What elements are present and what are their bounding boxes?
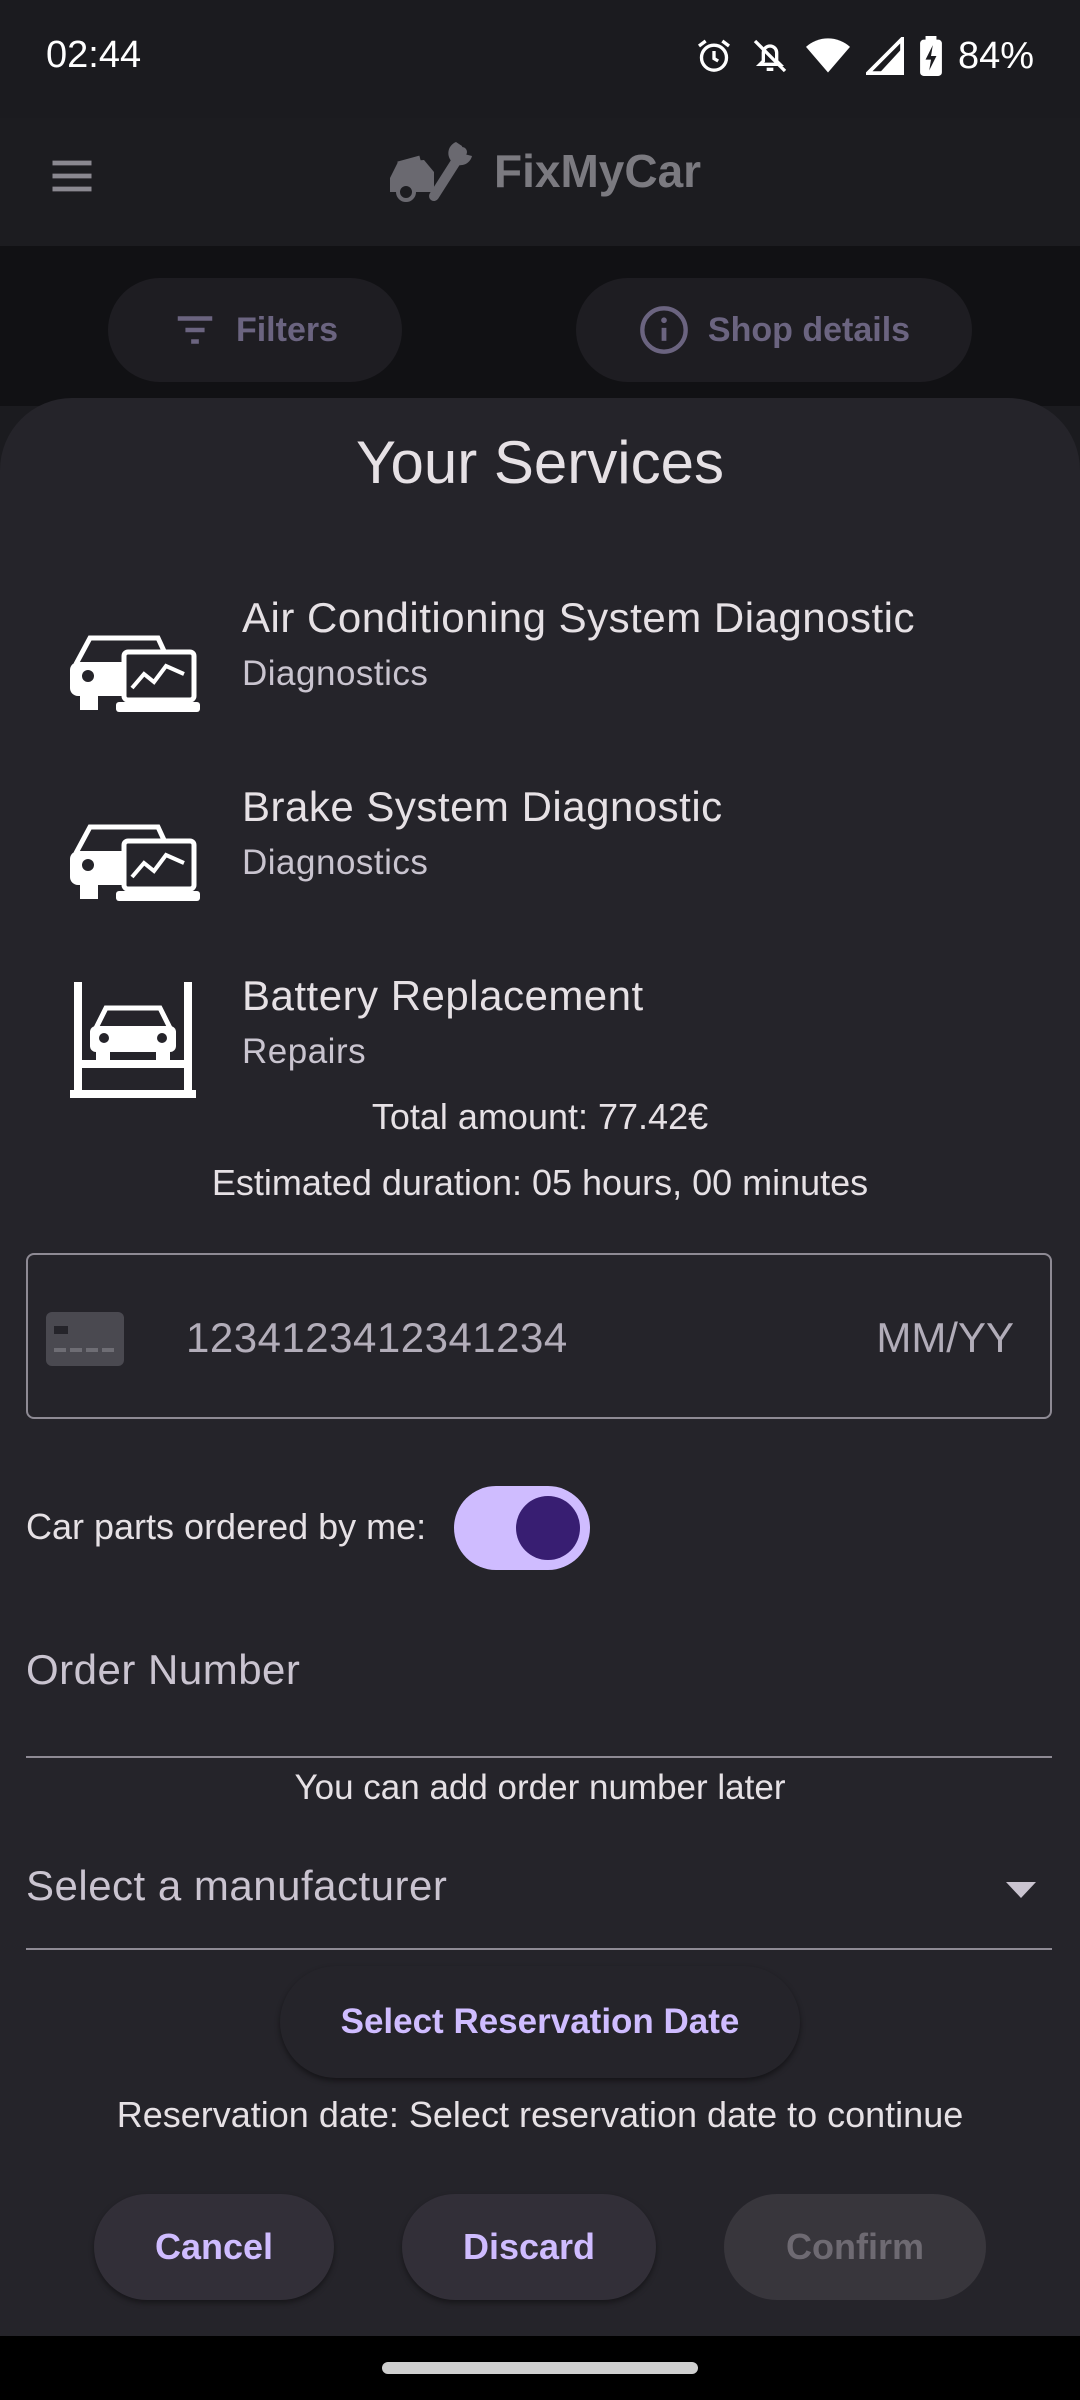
- confirm-button[interactable]: Confirm: [724, 2194, 986, 2300]
- card-expiry-input[interactable]: MM/YY: [876, 1314, 1014, 1362]
- battery-percent: 84%: [957, 34, 1034, 77]
- app-title: FixMyCar: [494, 145, 702, 197]
- menu-icon[interactable]: [46, 150, 98, 202]
- discard-button[interactable]: Discard: [402, 2194, 656, 2300]
- signal-icon: [865, 37, 904, 75]
- sheet-title: Your Services: [356, 429, 724, 496]
- total-amount: Total amount: 77.42€: [371, 1096, 709, 1137]
- credit-card-icon: [46, 1312, 124, 1366]
- home-gesture-handle[interactable]: [382, 2362, 698, 2374]
- bell-off-icon: [753, 39, 787, 73]
- car-diagnostic-icon: [70, 824, 200, 901]
- service-name: Brake System Diagnostic: [242, 783, 723, 830]
- card-number-input[interactable]: 1234123412341234: [186, 1314, 568, 1362]
- battery-charging-icon: [920, 36, 942, 76]
- status-icons: 84%: [694, 34, 1034, 78]
- app-logo: FixMyCar: [384, 138, 701, 204]
- order-number-input[interactable]: Order Number: [26, 1646, 300, 1694]
- service-item[interactable]: Air Conditioning System Diagnostic Diagn…: [66, 594, 1026, 744]
- shop-details-button[interactable]: Shop details: [576, 278, 972, 382]
- estimated-duration: Estimated duration: 05 hours, 00 minutes: [211, 1162, 869, 1203]
- reservation-date-status: Reservation date: Select reservation dat…: [116, 2094, 964, 2135]
- car-diagnostic-icon: [70, 635, 200, 712]
- manufacturer-dropdown[interactable]: Select a manufacturer: [26, 1862, 447, 1910]
- car-parts-toggle[interactable]: [454, 1486, 590, 1570]
- service-name: Air Conditioning System Diagnostic: [242, 594, 915, 641]
- service-category: Repairs: [242, 1032, 367, 1071]
- toggle-knob: [516, 1496, 580, 1560]
- order-number-underline: [26, 1756, 1052, 1758]
- car-lift-icon: [70, 982, 196, 1098]
- wifi-icon: [805, 38, 850, 73]
- select-reservation-date-button[interactable]: Select Reservation Date: [280, 1966, 800, 2078]
- service-name: Battery Replacement: [242, 972, 644, 1019]
- order-number-helper: You can add order number later: [294, 1768, 786, 1807]
- info-icon: [640, 306, 688, 354]
- shop-details-label: Shop details: [707, 310, 911, 349]
- filters-button[interactable]: Filters: [108, 278, 402, 382]
- dropdown-arrow-icon[interactable]: [1004, 1880, 1038, 1900]
- filters-label: Filters: [235, 310, 339, 349]
- manufacturer-underline: [26, 1948, 1052, 1950]
- alarm-icon: [697, 39, 730, 72]
- service-item[interactable]: Brake System Diagnostic Diagnostics: [66, 783, 1026, 933]
- status-time: 02:44: [46, 34, 142, 76]
- car-wrench-icon: [390, 142, 472, 202]
- cancel-button[interactable]: Cancel: [94, 2194, 334, 2300]
- service-category: Diagnostics: [242, 843, 429, 882]
- status-bar: 02:44 84%: [0, 0, 1080, 118]
- filter-icon: [177, 316, 213, 344]
- car-parts-toggle-label: Car parts ordered by me:: [26, 1506, 427, 1547]
- service-category: Diagnostics: [242, 654, 429, 693]
